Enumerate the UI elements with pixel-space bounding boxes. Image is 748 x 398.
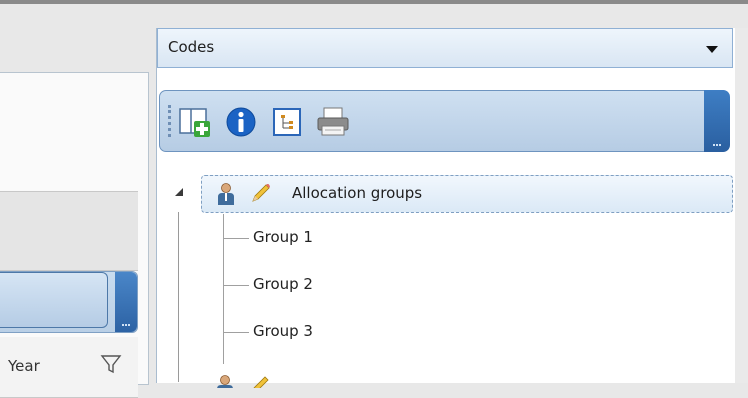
- codes-dropdown-label: Codes: [168, 38, 215, 56]
- tree-node-group-1[interactable]: Group 1: [253, 228, 313, 246]
- left-toolbar-overflow-button[interactable]: [115, 272, 137, 332]
- year-column-header[interactable]: Year: [0, 337, 138, 398]
- person-icon: [217, 375, 233, 388]
- toolbar-drag-handle[interactable]: [168, 105, 174, 137]
- collapse-triangle-icon[interactable]: [175, 188, 183, 196]
- left-grid-panel: Year: [0, 72, 149, 398]
- tree-connector-line: [178, 212, 179, 382]
- tree-branch-line: [223, 332, 249, 333]
- tree-node-group-2[interactable]: Group 2: [253, 275, 313, 293]
- tree-children-connector: [223, 214, 224, 364]
- left-toolbar: [0, 271, 138, 333]
- window-top-border: [0, 0, 748, 4]
- tree-node-group-3[interactable]: Group 3: [253, 322, 313, 340]
- overflow-dots-icon: [713, 140, 721, 146]
- tree-branch-line: [223, 238, 249, 239]
- panel-scroll-strip[interactable]: [735, 28, 748, 383]
- overflow-dots-icon: [122, 320, 130, 326]
- tree-node-allocation-groups[interactable]: Allocation groups: [201, 175, 733, 213]
- filter-icon[interactable]: [100, 353, 122, 375]
- pencil-icon: [252, 184, 270, 202]
- tree-branch-line: [223, 285, 249, 286]
- tree-node-label: Allocation groups: [292, 184, 423, 202]
- info-icon[interactable]: [224, 106, 258, 138]
- chevron-down-icon: [706, 46, 718, 53]
- codes-dropdown[interactable]: Codes: [157, 28, 733, 68]
- codes-panel: Codes Allocation groups Group 1 Group 2 …: [156, 28, 748, 388]
- print-icon[interactable]: [316, 106, 350, 138]
- tree-node-partial[interactable]: [157, 368, 733, 388]
- tree-view-icon[interactable]: [270, 106, 304, 138]
- codes-tree: Allocation groups Group 1 Group 2 Group …: [157, 168, 733, 388]
- left-group-area: [0, 191, 138, 271]
- codes-toolbar: [159, 90, 730, 152]
- add-window-icon[interactable]: [178, 106, 212, 138]
- left-toolbar-body: [0, 272, 108, 328]
- pencil-icon: [253, 376, 269, 388]
- year-column-label: Year: [8, 357, 40, 375]
- toolbar-overflow-button[interactable]: [704, 90, 730, 152]
- person-icon: [218, 183, 234, 205]
